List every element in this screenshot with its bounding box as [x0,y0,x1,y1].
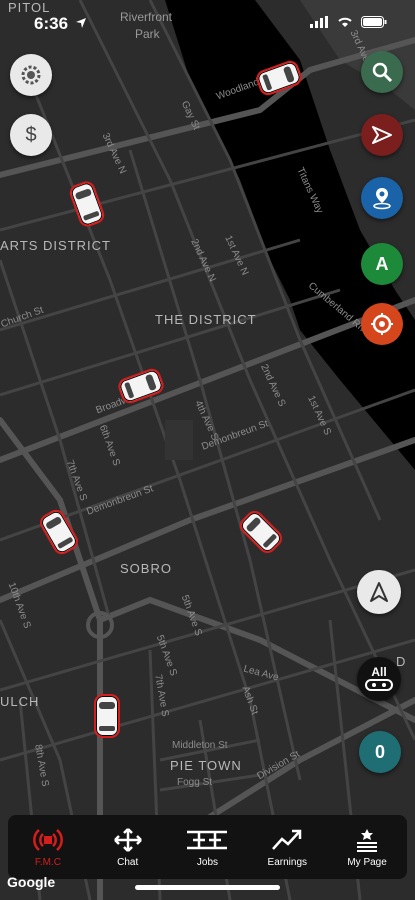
tab-earnings[interactable]: Earnings [252,827,322,868]
location-pin-icon [373,188,391,210]
target-button[interactable] [361,303,403,345]
count-label: 0 [374,741,385,762]
my-page-icon [357,828,378,852]
tab-fmc-label: F.M.C [34,856,61,868]
all-label: All [371,665,387,679]
fmc-signal-icon [32,828,63,851]
vehicle-marker[interactable] [94,694,120,738]
street-middleton: Middleton St [172,740,228,751]
dollar-sign: $ [25,123,37,146]
earnings-dollar-button[interactable]: $ [10,114,52,156]
compass-button[interactable] [357,570,401,614]
all-vehicles-button[interactable]: All [357,657,401,701]
tab-my-page[interactable]: My Page [332,827,402,868]
tab-earnings-label: Earnings [267,856,308,868]
home-indicator[interactable] [135,885,280,890]
tab-jobs-label: Jobs [196,856,219,868]
location-button[interactable] [361,177,403,219]
tab-my-page-label: My Page [347,856,387,868]
settings-icon [21,65,41,85]
jobs-icon [187,830,228,849]
district-label-arts: ARTS DISTRICT [0,238,111,253]
count-button[interactable]: 0 [359,731,401,773]
district-label-gulch: ULCH [0,694,40,709]
bottom-tab-bar: F.M.C Chat Jobs Earnings My Page [8,815,407,879]
district-label-sobro: SOBRO [120,561,172,576]
status-icons [310,15,387,33]
district-label-the-district: THE DISTRICT [155,312,257,327]
status-bar: 6:36 [0,0,415,44]
target-icon [371,313,393,335]
tab-chat[interactable]: Chat [93,827,163,868]
status-time: 6:36 [34,14,69,33]
a-button[interactable]: A [361,243,403,285]
chat-arrows-icon [113,827,142,852]
a-label: A [375,253,389,274]
vehicles-icon [365,679,393,691]
wifi-icon [337,17,352,27]
battery-icon [361,16,387,28]
compass-arrow-icon [370,582,388,602]
tab-jobs[interactable]: Jobs [172,827,242,868]
send-button[interactable] [361,114,403,156]
search-button[interactable] [361,51,403,93]
district-label-pie-town: PIE TOWN [170,758,242,773]
tab-fmc[interactable]: F.M.C [13,827,83,868]
street-fogg: Fogg St [177,777,213,788]
tab-chat-label: Chat [117,856,139,868]
send-icon [372,126,392,144]
location-arrow-icon [76,18,86,28]
google-attribution: Google [7,874,56,890]
settings-button[interactable] [10,54,52,96]
cellular-signal-icon [310,16,329,28]
earnings-trend-icon [272,829,302,850]
search-icon [372,62,393,83]
